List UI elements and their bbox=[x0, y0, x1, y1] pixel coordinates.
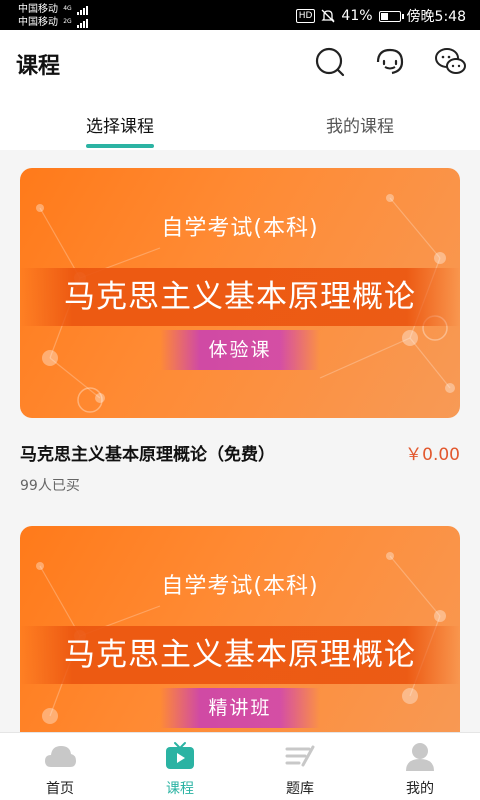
nav-item-question-bank[interactable]: 题库 bbox=[240, 733, 360, 800]
course-info[interactable]: 马克思主义基本原理概论（免费） ￥0.00 99人已买 bbox=[20, 440, 460, 495]
search-icon[interactable] bbox=[312, 44, 348, 80]
course-title: 马克思主义基本原理概论（免费） bbox=[20, 445, 275, 465]
banner-title: 马克思主义基本原理概论 bbox=[20, 626, 460, 684]
carrier-2-network: 2G bbox=[63, 18, 72, 25]
nav-label: 题库 bbox=[286, 781, 314, 797]
battery-percent: 41% bbox=[341, 8, 373, 24]
signal-icon bbox=[76, 16, 89, 28]
course-banner[interactable]: 自学考试(本科) 马克思主义基本原理概论 精讲班 bbox=[20, 526, 460, 732]
nav-label: 首页 bbox=[46, 781, 74, 797]
app-header: 课程 bbox=[0, 30, 480, 94]
status-bar: 中国移动 4G 中国移动 2G HD 41% 傍晚5:48 bbox=[0, 0, 480, 30]
status-right: HD 41% 傍晚5:48 bbox=[295, 6, 466, 26]
course-banner[interactable]: 自学考试(本科) 马克思主义基本原理概论 体验课 bbox=[20, 168, 460, 418]
banner-title: 马克思主义基本原理概论 bbox=[20, 268, 460, 326]
nav-item-profile[interactable]: 我的 bbox=[360, 733, 480, 800]
bottom-nav: 首页 课程 题库 我的 bbox=[0, 732, 480, 800]
battery-icon bbox=[378, 10, 404, 22]
carrier-1-network: 4G bbox=[63, 5, 72, 12]
nav-item-home[interactable]: 首页 bbox=[0, 733, 120, 800]
carrier-2-name: 中国移动 bbox=[18, 17, 58, 28]
banner-badge: 精讲班 bbox=[160, 688, 320, 728]
nav-label: 我的 bbox=[406, 781, 434, 797]
clock: 傍晚5:48 bbox=[406, 9, 466, 25]
chat-icon[interactable] bbox=[432, 44, 468, 80]
course-price: ￥0.00 bbox=[405, 445, 460, 465]
carrier-1-name: 中国移动 bbox=[18, 4, 58, 15]
mute-bell-icon bbox=[321, 9, 335, 23]
course-sold-count: 99人已买 bbox=[20, 478, 80, 494]
banner-badge: 体验课 bbox=[160, 330, 320, 370]
tab-select-course[interactable]: 选择课程 bbox=[0, 94, 240, 150]
banner-subtitle: 自学考试(本科) bbox=[161, 216, 319, 241]
hd-icon: HD bbox=[295, 9, 316, 23]
signal-icon bbox=[76, 3, 89, 15]
tab-my-courses[interactable]: 我的课程 bbox=[240, 94, 480, 150]
nav-label: 课程 bbox=[166, 781, 194, 797]
page-title: 课程 bbox=[16, 54, 61, 79]
profile-icon bbox=[406, 743, 434, 771]
course-list: 自学考试(本科) 马克思主义基本原理概论 体验课 马克思主义基本原理概论（免费）… bbox=[0, 150, 480, 732]
support-headset-icon[interactable] bbox=[372, 44, 408, 80]
carrier-info: 中国移动 4G 中国移动 2G bbox=[18, 3, 89, 29]
nav-item-course[interactable]: 课程 bbox=[120, 733, 240, 800]
course-play-icon bbox=[166, 742, 194, 769]
course-tabs: 选择课程 我的课程 bbox=[0, 94, 480, 150]
banner-subtitle: 自学考试(本科) bbox=[161, 574, 319, 599]
home-cloud-icon bbox=[45, 746, 76, 767]
question-bank-icon bbox=[285, 745, 315, 767]
